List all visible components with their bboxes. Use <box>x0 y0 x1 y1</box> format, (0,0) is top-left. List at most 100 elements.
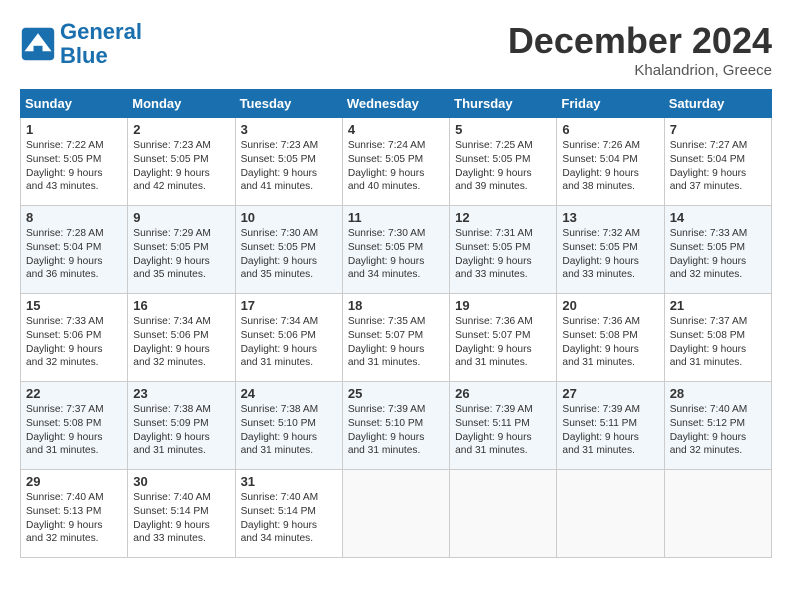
day-number: 11 <box>348 210 444 225</box>
calendar-cell: 2 Sunrise: 7:23 AMSunset: 5:05 PMDaylight… <box>128 118 235 206</box>
calendar-cell: 27Sunrise: 7:39 AMSunset: 5:11 PMDayligh… <box>557 382 664 470</box>
cell-info: Sunrise: 7:36 AMSunset: 5:08 PMDaylight:… <box>562 315 658 370</box>
weekday-header-cell: Wednesday <box>342 90 449 118</box>
calendar-cell <box>450 470 557 558</box>
logo-text: General Blue <box>60 20 142 68</box>
calendar-body: 1 Sunrise: 7:22 AMSunset: 5:05 PMDaylight… <box>21 118 772 558</box>
calendar-cell: 26 Sunrise: 7:39 AMSunset: 5:11 PMDayligh… <box>450 382 557 470</box>
cell-info: Sunrise: 7:27 AMSunset: 5:04 PMDaylight:… <box>670 139 766 194</box>
weekday-header-cell: Monday <box>128 90 235 118</box>
day-number: 17 <box>241 298 337 313</box>
day-number: 25 <box>348 386 444 401</box>
logo: General Blue <box>20 20 142 68</box>
title-area: December 2024 Khalandrion, Greece <box>508 20 772 79</box>
cell-info: Sunrise: 7:36 AMSunset: 5:07 PMDaylight:… <box>455 315 551 370</box>
day-number: 18 <box>348 298 444 313</box>
calendar-cell: 5Sunrise: 7:25 AMSunset: 5:05 PMDaylight… <box>450 118 557 206</box>
calendar-cell: 17 Sunrise: 7:34 AMSunset: 5:06 PMDayligh… <box>235 294 342 382</box>
day-number: 30 <box>133 474 229 489</box>
calendar-cell: 16Sunrise: 7:34 AMSunset: 5:06 PMDayligh… <box>128 294 235 382</box>
day-number: 19 <box>455 298 551 313</box>
weekday-header-cell: Thursday <box>450 90 557 118</box>
calendar-week-row: 8Sunrise: 7:28 AMSunset: 5:04 PMDaylight… <box>21 206 772 294</box>
cell-info: Sunrise: 7:34 AMSunset: 5:06 PMDaylight:… <box>241 315 337 370</box>
calendar-cell: 30Sunrise: 7:40 AMSunset: 5:14 PMDayligh… <box>128 470 235 558</box>
cell-info: Sunrise: 7:30 AMSunset: 5:05 PMDaylight:… <box>348 227 444 282</box>
calendar-cell: 8Sunrise: 7:28 AMSunset: 5:04 PMDaylight… <box>21 206 128 294</box>
cell-info: Sunrise: 7:25 AMSunset: 5:05 PMDaylight:… <box>455 139 551 194</box>
calendar-cell <box>557 470 664 558</box>
cell-info: Sunrise: 7:39 AMSunset: 5:10 PMDaylight:… <box>348 403 444 458</box>
day-number: 8 <box>26 210 122 225</box>
calendar-table: SundayMondayTuesdayWednesdayThursdayFrid… <box>20 89 772 558</box>
cell-info: Sunrise: 7:26 AMSunset: 5:04 PMDaylight:… <box>562 139 658 194</box>
day-number: 23 <box>133 386 229 401</box>
calendar-cell: 9Sunrise: 7:29 AMSunset: 5:05 PMDaylight… <box>128 206 235 294</box>
weekday-header-cell: Sunday <box>21 90 128 118</box>
cell-info: Sunrise: 7:23 AMSunset: 5:05 PMDaylight:… <box>241 139 337 194</box>
weekday-header-cell: Saturday <box>664 90 771 118</box>
cell-info: Sunrise: 7:39 AMSunset: 5:11 PMDaylight:… <box>455 403 551 458</box>
cell-info: Sunrise: 7:38 AMSunset: 5:09 PMDaylight:… <box>133 403 229 458</box>
day-number: 29 <box>26 474 122 489</box>
day-number: 9 <box>133 210 229 225</box>
calendar-cell: 19 Sunrise: 7:36 AMSunset: 5:07 PMDayligh… <box>450 294 557 382</box>
cell-info: Sunrise: 7:40 AMSunset: 5:12 PMDaylight:… <box>670 403 766 458</box>
day-number: 24 <box>241 386 337 401</box>
logo-icon <box>20 26 56 62</box>
cell-info: Sunrise: 7:33 AMSunset: 5:05 PMDaylight:… <box>670 227 766 282</box>
calendar-cell: 3 Sunrise: 7:23 AMSunset: 5:05 PMDaylight… <box>235 118 342 206</box>
cell-info: Sunrise: 7:32 AMSunset: 5:05 PMDaylight:… <box>562 227 658 282</box>
calendar-cell: 15 Sunrise: 7:33 AMSunset: 5:06 PMDayligh… <box>21 294 128 382</box>
calendar-cell: 28 Sunrise: 7:40 AMSunset: 5:12 PMDayligh… <box>664 382 771 470</box>
cell-info: Sunrise: 7:35 AMSunset: 5:07 PMDaylight:… <box>348 315 444 370</box>
day-number: 15 <box>26 298 122 313</box>
calendar-cell: 12Sunrise: 7:31 AMSunset: 5:05 PMDayligh… <box>450 206 557 294</box>
calendar-cell: 10 Sunrise: 7:30 AMSunset: 5:05 PMDayligh… <box>235 206 342 294</box>
day-number: 20 <box>562 298 658 313</box>
calendar-cell: 24 Sunrise: 7:38 AMSunset: 5:10 PMDayligh… <box>235 382 342 470</box>
day-number: 1 <box>26 122 122 137</box>
cell-info: Sunrise: 7:39 AMSunset: 5:11 PMDaylight:… <box>562 403 658 458</box>
day-number: 3 <box>241 122 337 137</box>
cell-info: Sunrise: 7:38 AMSunset: 5:10 PMDaylight:… <box>241 403 337 458</box>
day-number: 26 <box>455 386 551 401</box>
day-number: 12 <box>455 210 551 225</box>
day-number: 4 <box>348 122 444 137</box>
day-number: 2 <box>133 122 229 137</box>
day-number: 10 <box>241 210 337 225</box>
calendar-cell: 14 Sunrise: 7:33 AMSunset: 5:05 PMDayligh… <box>664 206 771 294</box>
calendar-cell: 29 Sunrise: 7:40 AMSunset: 5:13 PMDayligh… <box>21 470 128 558</box>
day-number: 22 <box>26 386 122 401</box>
calendar-week-row: 1 Sunrise: 7:22 AMSunset: 5:05 PMDaylight… <box>21 118 772 206</box>
cell-info: Sunrise: 7:24 AMSunset: 5:05 PMDaylight:… <box>348 139 444 194</box>
calendar-week-row: 29 Sunrise: 7:40 AMSunset: 5:13 PMDayligh… <box>21 470 772 558</box>
calendar-week-row: 22 Sunrise: 7:37 AMSunset: 5:08 PMDayligh… <box>21 382 772 470</box>
day-number: 13 <box>562 210 658 225</box>
calendar-cell: 13 Sunrise: 7:32 AMSunset: 5:05 PMDayligh… <box>557 206 664 294</box>
cell-info: Sunrise: 7:22 AMSunset: 5:05 PMDaylight:… <box>26 139 122 194</box>
calendar-cell: 4 Sunrise: 7:24 AMSunset: 5:05 PMDaylight… <box>342 118 449 206</box>
day-number: 28 <box>670 386 766 401</box>
header: General Blue December 2024 Khalandrion, … <box>20 20 772 79</box>
cell-info: Sunrise: 7:30 AMSunset: 5:05 PMDaylight:… <box>241 227 337 282</box>
calendar-cell <box>664 470 771 558</box>
calendar-cell: 20 Sunrise: 7:36 AMSunset: 5:08 PMDayligh… <box>557 294 664 382</box>
location-title: Khalandrion, Greece <box>508 62 772 79</box>
calendar-cell: 21Sunrise: 7:37 AMSunset: 5:08 PMDayligh… <box>664 294 771 382</box>
day-number: 21 <box>670 298 766 313</box>
cell-info: Sunrise: 7:33 AMSunset: 5:06 PMDaylight:… <box>26 315 122 370</box>
day-number: 7 <box>670 122 766 137</box>
cell-info: Sunrise: 7:40 AMSunset: 5:14 PMDaylight:… <box>241 491 337 546</box>
day-number: 16 <box>133 298 229 313</box>
calendar-cell: 31Sunrise: 7:40 AMSunset: 5:14 PMDayligh… <box>235 470 342 558</box>
calendar-cell: 25 Sunrise: 7:39 AMSunset: 5:10 PMDayligh… <box>342 382 449 470</box>
cell-info: Sunrise: 7:40 AMSunset: 5:13 PMDaylight:… <box>26 491 122 546</box>
day-number: 14 <box>670 210 766 225</box>
day-number: 6 <box>562 122 658 137</box>
calendar-cell: 23 Sunrise: 7:38 AMSunset: 5:09 PMDayligh… <box>128 382 235 470</box>
calendar-cell: 7 Sunrise: 7:27 AMSunset: 5:04 PMDaylight… <box>664 118 771 206</box>
cell-info: Sunrise: 7:23 AMSunset: 5:05 PMDaylight:… <box>133 139 229 194</box>
cell-info: Sunrise: 7:37 AMSunset: 5:08 PMDaylight:… <box>26 403 122 458</box>
weekday-header-cell: Tuesday <box>235 90 342 118</box>
